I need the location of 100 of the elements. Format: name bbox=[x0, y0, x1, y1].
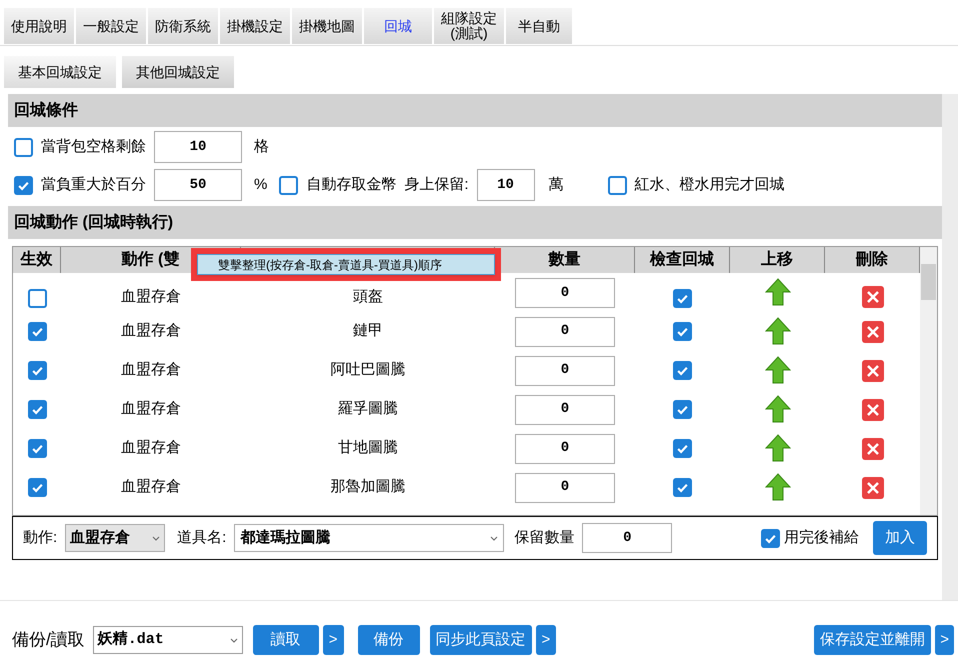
up-arrow-icon[interactable] bbox=[764, 316, 790, 346]
delete-icon[interactable] bbox=[862, 398, 884, 420]
more-button[interactable]: > bbox=[536, 625, 556, 655]
check-icon bbox=[30, 325, 44, 338]
check-icon bbox=[676, 364, 689, 377]
input-field[interactable]: 10 bbox=[154, 131, 242, 163]
column-header: 生效 bbox=[13, 247, 61, 273]
label: 保留數量 bbox=[514, 528, 574, 548]
more-button[interactable]: > bbox=[935, 625, 954, 655]
label: 動作: bbox=[23, 528, 58, 548]
table-cell-text: 血盟存倉 bbox=[120, 438, 182, 458]
table-cell-text: 頭盔 bbox=[352, 286, 384, 306]
sync-button[interactable]: 同步此頁設定 bbox=[430, 625, 532, 655]
checkbox[interactable] bbox=[14, 176, 33, 194]
label: 紅水、橙水用完才回城 bbox=[634, 174, 785, 195]
checkbox[interactable] bbox=[28, 322, 46, 341]
backup-button[interactable]: 備份 bbox=[358, 625, 420, 655]
tab[interactable]: 基本回城設定 bbox=[4, 56, 116, 88]
tab[interactable]: 組隊設定 (測試) bbox=[434, 8, 504, 44]
checkbox[interactable] bbox=[673, 400, 692, 419]
section-header: 回城動作 (回城時執行) bbox=[8, 206, 942, 239]
caret-icon bbox=[152, 536, 160, 540]
checkbox[interactable] bbox=[28, 400, 46, 419]
checkbox[interactable] bbox=[608, 176, 627, 194]
section-header: 回城條件 bbox=[8, 94, 942, 127]
up-arrow-icon[interactable] bbox=[764, 278, 790, 308]
checkbox[interactable] bbox=[28, 361, 46, 380]
table-cell-text: 血盟存倉 bbox=[120, 477, 182, 498]
quantity-field[interactable]: 0 bbox=[515, 278, 615, 308]
tooltip: 雙擊整理(按存倉-取倉-賣道具-買道具)順序 bbox=[197, 254, 495, 275]
up-arrow-icon[interactable] bbox=[764, 356, 790, 386]
checkbox[interactable] bbox=[673, 289, 692, 308]
label: 當背包空格剩餘 bbox=[41, 136, 146, 157]
delete-icon[interactable] bbox=[862, 476, 884, 498]
input-field[interactable]: 0 bbox=[582, 523, 672, 553]
column-header: 上移 bbox=[730, 247, 825, 273]
table-cell-text: 鏈甲 bbox=[352, 321, 384, 342]
tab[interactable]: 回城 bbox=[364, 8, 432, 44]
checkbox[interactable] bbox=[673, 361, 692, 380]
label: 當負重大於百分 bbox=[41, 174, 146, 195]
delete-icon[interactable] bbox=[862, 320, 884, 342]
tab[interactable]: 一般設定 bbox=[76, 8, 146, 44]
tab[interactable]: 使用說明 bbox=[4, 8, 74, 44]
checkbox[interactable] bbox=[673, 322, 692, 341]
label: 身上保留: bbox=[404, 174, 469, 195]
tab[interactable]: 其他回城設定 bbox=[122, 56, 234, 88]
check-icon bbox=[676, 442, 689, 455]
tab[interactable]: 掛機地圖 bbox=[292, 8, 362, 44]
input-field[interactable]: 50 bbox=[154, 169, 242, 201]
delete-icon[interactable] bbox=[862, 286, 884, 308]
check-icon bbox=[30, 442, 44, 455]
checkbox[interactable] bbox=[14, 138, 33, 156]
quantity-field[interactable]: 0 bbox=[515, 394, 615, 424]
checkbox[interactable] bbox=[28, 439, 46, 458]
table-cell-text: 那魯加圖騰 bbox=[330, 477, 406, 498]
up-arrow-icon[interactable] bbox=[764, 434, 790, 464]
label: 道具名: bbox=[177, 528, 226, 548]
action-dropdown[interactable]: 血盟存倉 bbox=[65, 524, 166, 552]
unit-label: % bbox=[254, 174, 268, 195]
load-button[interactable]: 讀取 bbox=[252, 625, 319, 655]
table-cell-text: 甘地圖騰 bbox=[337, 438, 399, 458]
checkbox[interactable] bbox=[28, 289, 46, 308]
tab[interactable]: 防衛系統 bbox=[148, 8, 218, 44]
caret-icon bbox=[230, 638, 238, 642]
label: 備份/讀取 bbox=[12, 629, 85, 652]
check-icon bbox=[676, 292, 689, 305]
unit-label: 格 bbox=[254, 136, 269, 157]
table-cell-text: 血盟存倉 bbox=[120, 399, 182, 420]
quantity-field[interactable]: 0 bbox=[515, 434, 615, 464]
up-arrow-icon[interactable] bbox=[764, 472, 790, 502]
check-icon bbox=[30, 403, 44, 416]
add-button[interactable]: 加入 bbox=[873, 521, 927, 555]
scrollbar[interactable] bbox=[942, 94, 958, 600]
checkbox[interactable] bbox=[28, 478, 46, 497]
file-dropdown[interactable]: 妖精.dat bbox=[92, 626, 243, 654]
quantity-field[interactable]: 0 bbox=[515, 316, 615, 346]
check-icon bbox=[30, 364, 44, 377]
more-button[interactable]: > bbox=[322, 625, 344, 655]
save-button[interactable]: 保存設定並離開 bbox=[814, 625, 932, 655]
checkbox[interactable] bbox=[279, 176, 298, 194]
checkbox[interactable] bbox=[673, 439, 692, 458]
delete-icon[interactable] bbox=[862, 438, 884, 460]
check-icon bbox=[676, 403, 689, 416]
tab[interactable]: 掛機設定 bbox=[220, 8, 290, 44]
quantity-field[interactable]: 0 bbox=[515, 356, 615, 386]
tab[interactable]: 半自動 bbox=[506, 8, 572, 44]
delete-icon[interactable] bbox=[862, 360, 884, 382]
check-icon bbox=[30, 481, 44, 494]
scrollbar[interactable] bbox=[920, 247, 937, 515]
table-cell-text: 血盟存倉 bbox=[120, 321, 182, 342]
item-dropdown[interactable]: 都達瑪拉圖騰 bbox=[234, 524, 504, 552]
quantity-field[interactable]: 0 bbox=[515, 472, 615, 502]
label: 自動存取金幣 bbox=[306, 174, 396, 195]
column-header: 檢查回城 bbox=[635, 247, 730, 273]
up-arrow-icon[interactable] bbox=[764, 394, 790, 424]
table-cell-text: 血盟存倉 bbox=[120, 286, 182, 306]
checkbox[interactable] bbox=[673, 478, 692, 497]
table-cell-text: 阿吐巴圖騰 bbox=[330, 360, 406, 380]
checkbox[interactable] bbox=[761, 528, 780, 548]
input-field[interactable]: 10 bbox=[476, 169, 535, 201]
